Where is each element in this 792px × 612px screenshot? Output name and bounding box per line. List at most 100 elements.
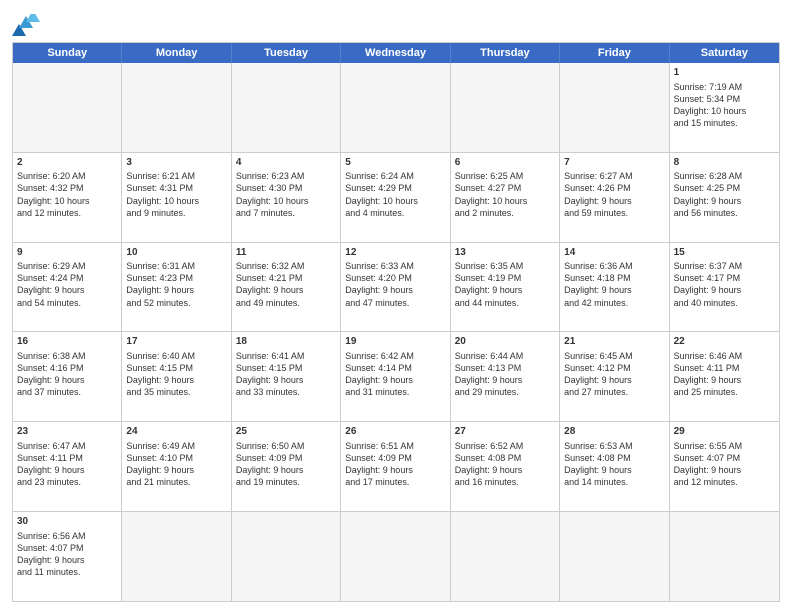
header xyxy=(12,10,780,36)
generalblue-logo-icon xyxy=(12,14,40,36)
day-number: 10 xyxy=(126,246,226,260)
day-info: Daylight: 10 hours xyxy=(455,195,555,207)
day-info: Sunrise: 6:53 AM xyxy=(564,440,664,452)
day-number: 13 xyxy=(455,246,555,260)
day-info: Sunrise: 6:29 AM xyxy=(17,260,117,272)
calendar-cell-4-3: 26Sunrise: 6:51 AMSunset: 4:09 PMDayligh… xyxy=(341,422,450,511)
day-info: and 56 minutes. xyxy=(674,207,775,219)
day-number: 21 xyxy=(564,335,664,349)
calendar-row-0: 1Sunrise: 7:19 AMSunset: 5:34 PMDaylight… xyxy=(13,63,779,152)
day-info: Sunset: 4:16 PM xyxy=(17,362,117,374)
day-number: 27 xyxy=(455,425,555,439)
day-info: and 44 minutes. xyxy=(455,297,555,309)
day-info: Sunrise: 6:20 AM xyxy=(17,170,117,182)
calendar-row-3: 16Sunrise: 6:38 AMSunset: 4:16 PMDayligh… xyxy=(13,331,779,421)
day-info: Daylight: 9 hours xyxy=(17,464,117,476)
day-number: 15 xyxy=(674,246,775,260)
day-info: and 29 minutes. xyxy=(455,386,555,398)
day-info: Sunrise: 6:46 AM xyxy=(674,350,775,362)
header-day-tuesday: Tuesday xyxy=(232,43,341,63)
calendar-cell-5-6 xyxy=(670,512,779,601)
day-info: and 7 minutes. xyxy=(236,207,336,219)
calendar-cell-3-6: 22Sunrise: 6:46 AMSunset: 4:11 PMDayligh… xyxy=(670,332,779,421)
day-info: and 52 minutes. xyxy=(126,297,226,309)
day-info: and 4 minutes. xyxy=(345,207,445,219)
calendar-cell-2-0: 9Sunrise: 6:29 AMSunset: 4:24 PMDaylight… xyxy=(13,243,122,332)
calendar-cell-4-1: 24Sunrise: 6:49 AMSunset: 4:10 PMDayligh… xyxy=(122,422,231,511)
calendar-cell-5-1 xyxy=(122,512,231,601)
day-number: 9 xyxy=(17,246,117,260)
day-info: Sunset: 4:31 PM xyxy=(126,182,226,194)
day-info: Sunset: 4:07 PM xyxy=(674,452,775,464)
day-number: 17 xyxy=(126,335,226,349)
day-number: 8 xyxy=(674,156,775,170)
calendar-row-1: 2Sunrise: 6:20 AMSunset: 4:32 PMDaylight… xyxy=(13,152,779,242)
calendar-header: SundayMondayTuesdayWednesdayThursdayFrid… xyxy=(13,43,779,63)
calendar-cell-4-6: 29Sunrise: 6:55 AMSunset: 4:07 PMDayligh… xyxy=(670,422,779,511)
day-number: 20 xyxy=(455,335,555,349)
day-info: Sunrise: 6:42 AM xyxy=(345,350,445,362)
calendar-cell-2-6: 15Sunrise: 6:37 AMSunset: 4:17 PMDayligh… xyxy=(670,243,779,332)
day-info: Sunset: 4:27 PM xyxy=(455,182,555,194)
day-info: Daylight: 9 hours xyxy=(674,284,775,296)
day-info: Sunset: 5:34 PM xyxy=(674,93,775,105)
day-info: Sunrise: 6:47 AM xyxy=(17,440,117,452)
day-info: Daylight: 10 hours xyxy=(674,105,775,117)
day-info: Daylight: 10 hours xyxy=(126,195,226,207)
day-info: Daylight: 9 hours xyxy=(126,464,226,476)
day-info: Sunrise: 6:36 AM xyxy=(564,260,664,272)
day-info: Sunset: 4:20 PM xyxy=(345,272,445,284)
day-info: Daylight: 9 hours xyxy=(455,374,555,386)
day-info: Sunset: 4:14 PM xyxy=(345,362,445,374)
day-info: Daylight: 9 hours xyxy=(345,374,445,386)
day-number: 2 xyxy=(17,156,117,170)
calendar-cell-3-1: 17Sunrise: 6:40 AMSunset: 4:15 PMDayligh… xyxy=(122,332,231,421)
day-info: Daylight: 9 hours xyxy=(674,374,775,386)
day-number: 11 xyxy=(236,246,336,260)
header-day-friday: Friday xyxy=(560,43,669,63)
day-info: Sunset: 4:09 PM xyxy=(236,452,336,464)
calendar-cell-4-5: 28Sunrise: 6:53 AMSunset: 4:08 PMDayligh… xyxy=(560,422,669,511)
day-info: and 11 minutes. xyxy=(17,566,117,578)
day-info: Sunset: 4:26 PM xyxy=(564,182,664,194)
day-number: 29 xyxy=(674,425,775,439)
calendar-cell-0-6: 1Sunrise: 7:19 AMSunset: 5:34 PMDaylight… xyxy=(670,63,779,152)
day-info: Sunset: 4:15 PM xyxy=(236,362,336,374)
day-info: and 59 minutes. xyxy=(564,207,664,219)
day-info: Sunrise: 6:25 AM xyxy=(455,170,555,182)
day-info: Sunrise: 6:40 AM xyxy=(126,350,226,362)
day-number: 1 xyxy=(674,66,775,80)
day-info: Daylight: 10 hours xyxy=(236,195,336,207)
page: SundayMondayTuesdayWednesdayThursdayFrid… xyxy=(0,0,792,612)
day-info: Sunrise: 6:49 AM xyxy=(126,440,226,452)
calendar-cell-4-2: 25Sunrise: 6:50 AMSunset: 4:09 PMDayligh… xyxy=(232,422,341,511)
calendar-cell-0-1 xyxy=(122,63,231,152)
day-info: Sunset: 4:21 PM xyxy=(236,272,336,284)
day-info: and 25 minutes. xyxy=(674,386,775,398)
calendar-cell-5-3 xyxy=(341,512,450,601)
calendar-cell-5-5 xyxy=(560,512,669,601)
day-info: Sunset: 4:30 PM xyxy=(236,182,336,194)
day-info: Sunset: 4:19 PM xyxy=(455,272,555,284)
day-info: and 12 minutes. xyxy=(17,207,117,219)
calendar-row-2: 9Sunrise: 6:29 AMSunset: 4:24 PMDaylight… xyxy=(13,242,779,332)
calendar-cell-3-0: 16Sunrise: 6:38 AMSunset: 4:16 PMDayligh… xyxy=(13,332,122,421)
day-info: Sunset: 4:10 PM xyxy=(126,452,226,464)
day-number: 6 xyxy=(455,156,555,170)
calendar-cell-5-0: 30Sunrise: 6:56 AMSunset: 4:07 PMDayligh… xyxy=(13,512,122,601)
day-number: 3 xyxy=(126,156,226,170)
day-info: and 2 minutes. xyxy=(455,207,555,219)
day-number: 23 xyxy=(17,425,117,439)
calendar-cell-3-5: 21Sunrise: 6:45 AMSunset: 4:12 PMDayligh… xyxy=(560,332,669,421)
calendar-body: 1Sunrise: 7:19 AMSunset: 5:34 PMDaylight… xyxy=(13,63,779,601)
day-info: Sunset: 4:15 PM xyxy=(126,362,226,374)
day-info: Daylight: 9 hours xyxy=(126,284,226,296)
day-info: and 19 minutes. xyxy=(236,476,336,488)
calendar-cell-1-5: 7Sunrise: 6:27 AMSunset: 4:26 PMDaylight… xyxy=(560,153,669,242)
day-info: Daylight: 9 hours xyxy=(236,284,336,296)
calendar-cell-1-1: 3Sunrise: 6:21 AMSunset: 4:31 PMDaylight… xyxy=(122,153,231,242)
calendar-cell-0-2 xyxy=(232,63,341,152)
day-info: Sunset: 4:29 PM xyxy=(345,182,445,194)
calendar-cell-0-3 xyxy=(341,63,450,152)
day-info: Sunrise: 6:21 AM xyxy=(126,170,226,182)
